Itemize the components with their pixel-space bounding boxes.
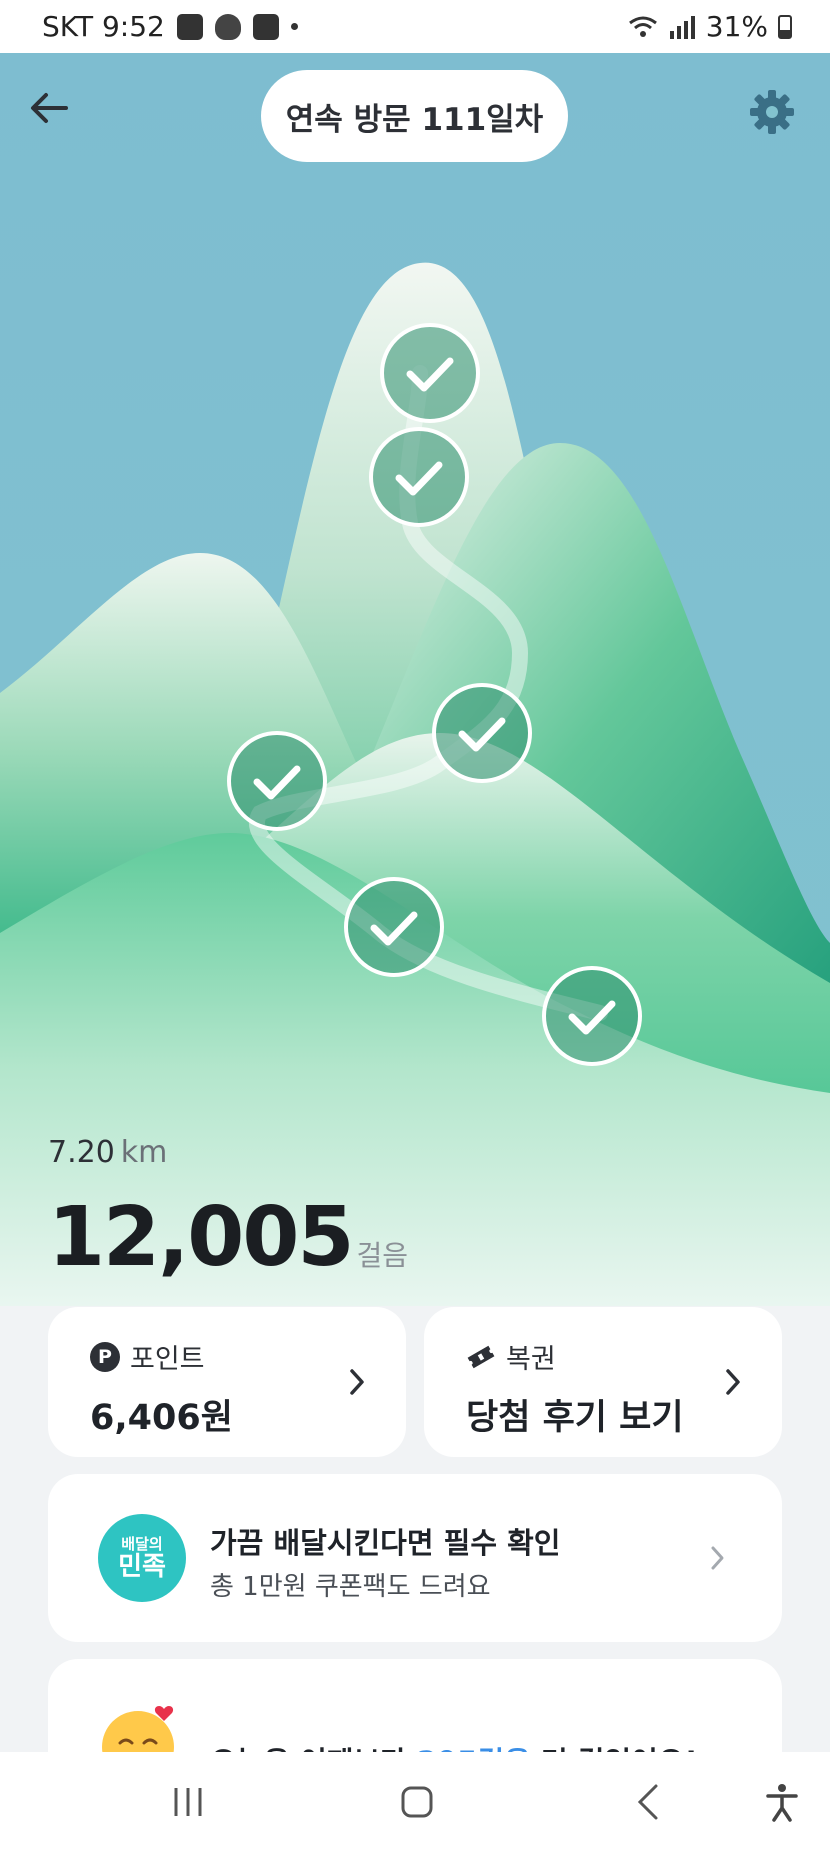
- check-circle-icon: [380, 323, 480, 423]
- streak-badge: 연속 방문 111일차: [261, 70, 568, 162]
- check-circle-icon: [432, 683, 532, 783]
- check-circle-icon: [369, 427, 469, 527]
- logo-line1: 배달의: [121, 1534, 163, 1553]
- promo-subtitle: 총 1만원 쿠폰팩도 드려요: [210, 1572, 491, 1602]
- status-right: 31%: [628, 10, 792, 43]
- chevron-right-icon: [350, 1369, 364, 1395]
- battery-icon: [778, 14, 792, 39]
- back-icon[interactable]: [630, 1782, 670, 1822]
- promo-title: 가끔 배달시킨다면 필수 확인: [210, 1526, 561, 1560]
- logo-line2: 민족: [118, 1551, 166, 1582]
- check-circle-icon: [227, 731, 327, 831]
- chevron-right-icon: [726, 1369, 740, 1395]
- promo-card[interactable]: 배달의 민족 가끔 배달시킨다면 필수 확인 총 1만원 쿠폰팩도 드려요: [48, 1474, 782, 1642]
- arrow-left-icon[interactable]: [26, 85, 72, 131]
- hero-illustration: [0, 53, 830, 1306]
- steps-unit: 걸음: [356, 1239, 408, 1272]
- home-icon[interactable]: [397, 1782, 437, 1822]
- rabbit-icon: [214, 13, 241, 40]
- more-notifications-icon: [290, 23, 298, 30]
- distance-value: 7.20: [48, 1135, 115, 1170]
- streak-label: 연속 방문 111일차: [285, 101, 544, 138]
- points-label: 포인트: [130, 1344, 205, 1375]
- steps-display: 12,005 걸음: [48, 1190, 408, 1285]
- mountain-scene: [0, 53, 830, 1306]
- distance-unit: km: [120, 1135, 168, 1170]
- lottery-value: 당첨 후기 보기: [466, 1398, 684, 1438]
- chevron-right-icon: [711, 1546, 724, 1570]
- notification-icon: [176, 13, 203, 40]
- signal-icon: [669, 15, 695, 39]
- baemin-logo: 배달의 민족: [98, 1514, 186, 1602]
- check-circle-icon: [344, 877, 444, 977]
- carrier-time: SKT 9:52: [42, 10, 165, 43]
- steps-value: 12,005: [48, 1190, 354, 1285]
- accessibility-icon[interactable]: [762, 1782, 802, 1822]
- system-navbar: [0, 1752, 830, 1851]
- status-left: SKT 9:52: [42, 10, 298, 43]
- distance-display: 7.20 km: [48, 1135, 167, 1170]
- check-circle-icon: [542, 966, 642, 1066]
- gallery-icon: [252, 13, 279, 40]
- status-bar: SKT 9:52 31%: [0, 0, 830, 53]
- points-card[interactable]: P 포인트 6,406원: [48, 1307, 406, 1457]
- lottery-card[interactable]: 복권 당첨 후기 보기: [424, 1307, 782, 1457]
- battery-percent: 31%: [705, 10, 768, 43]
- points-value: 6,406원: [90, 1398, 233, 1438]
- ticket-icon: [467, 1345, 495, 1368]
- wifi-icon: [628, 16, 657, 37]
- lottery-label: 복권: [506, 1344, 556, 1375]
- gear-icon[interactable]: [748, 88, 796, 136]
- recent-apps-icon[interactable]: [168, 1782, 208, 1822]
- p-coin-icon: P: [90, 1341, 120, 1372]
